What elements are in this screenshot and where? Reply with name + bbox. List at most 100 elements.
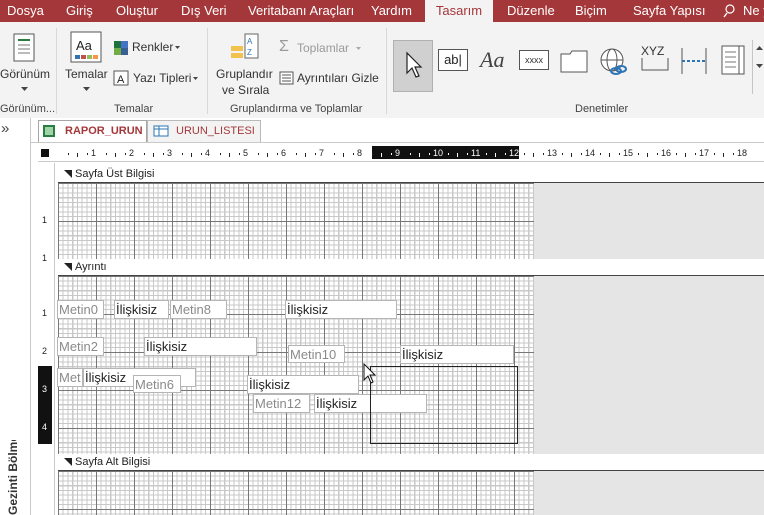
list-box-icon — [721, 45, 745, 75]
controls-gallery-scroll[interactable] — [752, 40, 764, 94]
chevron-down-icon — [756, 64, 763, 68]
report-selector[interactable] — [41, 149, 49, 157]
ruler-tick — [419, 153, 420, 157]
ruler-number: 1 — [91, 148, 97, 158]
fonts-button[interactable]: A Yazı Tipleri — [113, 69, 203, 87]
tab-duzenle[interactable]: Düzenle — [507, 0, 555, 22]
nav-pane-title[interactable]: Gezinti Bölmesi — [6, 440, 20, 515]
ruler-number: 10 — [433, 148, 444, 158]
svg-text:Z: Z — [247, 48, 252, 57]
ruler-tick — [333, 153, 335, 155]
ruler-tick — [115, 153, 116, 157]
ruler-number: 9 — [395, 148, 401, 158]
ruler-tick — [229, 153, 230, 157]
tab-dis-veri[interactable]: Dış Veri — [181, 0, 227, 22]
chevron-down-icon — [83, 87, 90, 91]
tab-dosya[interactable]: Dosya — [7, 0, 44, 22]
themes-button[interactable]: Aa Temalar — [63, 29, 110, 97]
vertical-ruler-number: 1 — [42, 308, 48, 318]
tab-giris[interactable]: Giriş — [66, 0, 93, 22]
label-tool-button[interactable]: Aa — [477, 46, 511, 74]
ruler-tick — [381, 153, 382, 157]
label-iliskisiz[interactable]: İlişkisiz — [285, 300, 397, 319]
ruler-tick — [523, 153, 525, 155]
section-bar-page-footer[interactable]: Sayfa Alt Bilgisi — [58, 455, 764, 469]
colors-label: Renkler — [132, 40, 174, 54]
ruler-number: 16 — [661, 148, 672, 158]
tab-tasarim[interactable]: Tasarım — [425, 0, 493, 22]
textbox-metin2[interactable]: Metin2 — [57, 337, 104, 356]
label-iliskisiz[interactable]: İlişkisiz — [247, 375, 359, 394]
ruler-number: 18 — [737, 148, 748, 158]
label-tool-icon: Aa — [480, 47, 505, 72]
page-break-tool-button[interactable] — [678, 46, 710, 76]
table-icon — [153, 125, 169, 137]
totals-button[interactable]: Σ Toplamlar — [279, 38, 369, 57]
ruler-tick — [77, 153, 78, 157]
lightbulb-icon — [723, 4, 735, 18]
hide-details-label: Ayrıntıları Gizle — [297, 71, 379, 85]
views-group-label: Görünüm... — [0, 103, 56, 115]
colors-button[interactable]: Renkler — [113, 39, 198, 57]
ruler-number: 7 — [319, 148, 325, 158]
tab-bicim[interactable]: Biçim — [575, 0, 607, 22]
section-bar-page-header[interactable]: Sayfa Üst Bilgisi — [58, 167, 764, 181]
tab-olustur[interactable]: Oluştur — [116, 0, 158, 22]
tab-control-tool-button[interactable] — [557, 46, 591, 74]
textbox-met[interactable]: Met — [57, 368, 83, 387]
section-label: Ayrıntı — [75, 261, 107, 273]
svg-text:Gezinti Bölmesi: Gezinti Bölmesi — [6, 440, 20, 515]
label-iliskisiz[interactable]: İlişkisiz — [114, 300, 169, 319]
ruler-tick — [495, 153, 496, 157]
view-button[interactable]: Görünüm — [0, 29, 50, 97]
ruler-tick — [200, 153, 202, 155]
doc-tab-urun-listesi[interactable]: URUN_LISTESI — [147, 120, 261, 142]
ruler-tick — [276, 153, 278, 155]
tab-veritabani-araclari[interactable]: Veritabanı Araçları — [248, 0, 354, 22]
doc-tab-rapor-urun[interactable]: RAPOR_URUN — [38, 120, 147, 142]
hyperlink-tool-button[interactable] — [597, 46, 631, 76]
option-group-tool-button[interactable]: XYZ — [638, 44, 672, 74]
textbox-metin12[interactable]: Metin12 — [253, 394, 310, 413]
hide-details-icon — [279, 71, 294, 85]
grouping-group-label: Gruplandırma ve Toplamlar — [230, 103, 363, 115]
doc-tab-label: RAPOR_URUN — [65, 125, 143, 137]
ruler-tick — [162, 153, 164, 155]
ruler-tick — [124, 153, 126, 155]
svg-text:A: A — [117, 74, 125, 86]
tab-yardim[interactable]: Yardım — [371, 0, 412, 22]
textbox-metin8[interactable]: Metin8 — [170, 300, 227, 319]
combo-box-tool-button[interactable] — [718, 44, 748, 76]
textbox-tool-button[interactable]: ab| — [437, 47, 469, 73]
textbox-metin6[interactable]: Metin6 — [133, 375, 181, 393]
tell-me-text: Ne y — [743, 3, 764, 18]
chevron-down-icon — [356, 47, 361, 50]
page-header-grid[interactable] — [58, 183, 534, 259]
ruler-tick — [618, 153, 620, 155]
textbox-metin0[interactable]: Metin0 — [57, 300, 104, 319]
hide-details-button[interactable]: Ayrıntıları Gizle — [279, 69, 384, 87]
ruler-number: 14 — [585, 148, 596, 158]
ruler-tick — [238, 153, 240, 155]
page-footer-grid[interactable] — [58, 471, 534, 515]
ruler-tick — [447, 153, 449, 155]
ruler-tick — [390, 153, 392, 155]
label-iliskisiz[interactable]: İlişkisiz — [144, 337, 257, 356]
button-tool-button[interactable]: xxxx — [518, 50, 550, 72]
ruler-number: 2 — [129, 148, 135, 158]
group-sort-button[interactable]: A Z Gruplandır ve Sırala — [213, 29, 275, 99]
ruler-tick — [191, 153, 192, 157]
ruler-tick — [257, 153, 259, 155]
select-tool-button[interactable] — [393, 40, 433, 92]
themes-group-label: Temalar — [114, 103, 154, 115]
ruler-tick — [409, 153, 411, 155]
textbox-metin10[interactable]: Metin10 — [288, 345, 345, 363]
option-group-icon — [641, 58, 669, 71]
label-iliskisiz[interactable]: İlişkisiz — [400, 345, 514, 364]
detail-empty-area — [534, 276, 764, 454]
section-bar-detail[interactable]: Ayrıntı — [58, 260, 764, 274]
nav-pane-expand-button[interactable]: » — [1, 120, 9, 137]
vertical-ruler-number: 4 — [42, 422, 48, 432]
tab-sayfa-yapisi[interactable]: Sayfa Yapısı — [633, 0, 706, 22]
command-button-icon: xxxx — [519, 50, 549, 70]
